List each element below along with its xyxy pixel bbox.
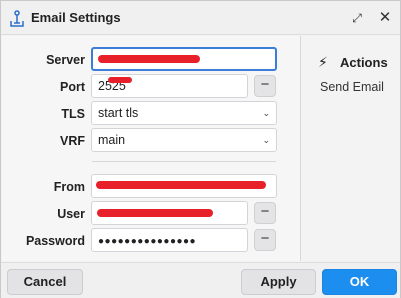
apply-button[interactable]: Apply	[241, 269, 316, 295]
password-clear-button[interactable]: −	[254, 229, 276, 251]
restore-icon[interactable]: ⤢	[348, 9, 366, 27]
vrf-select[interactable]: main ⌄	[91, 128, 277, 152]
port-decrement-button[interactable]: −	[254, 75, 276, 97]
redaction-mark	[97, 209, 213, 217]
pitchfork-icon	[10, 10, 24, 27]
tls-label: TLS	[61, 107, 85, 121]
vrf-label: VRF	[60, 134, 85, 148]
action-send-email[interactable]: Send Email	[320, 80, 384, 94]
dialog-footer: Cancel Apply OK	[1, 262, 400, 298]
lightning-icon: ⚡	[318, 54, 328, 70]
password-label: Password	[25, 234, 85, 248]
password-input[interactable]: ●●●●●●●●●●●●●●●	[91, 228, 248, 252]
redaction-mark	[98, 55, 200, 63]
server-label: Server	[46, 53, 85, 67]
tls-select[interactable]: start tls ⌄	[91, 101, 277, 125]
password-value: ●●●●●●●●●●●●●●●	[98, 236, 197, 247]
vrf-value: main	[98, 133, 126, 147]
chevron-down-icon: ⌄	[262, 135, 270, 145]
actions-heading: ⚡ Actions	[318, 54, 388, 71]
close-icon[interactable]: ✕	[376, 9, 394, 27]
chevron-down-icon: ⌄	[262, 108, 270, 118]
redaction-mark	[108, 77, 132, 83]
cancel-button[interactable]: Cancel	[7, 269, 83, 295]
window-title: Email Settings	[31, 10, 121, 25]
actions-panel: ⚡ Actions Send Email	[302, 36, 400, 261]
redaction-mark	[96, 181, 266, 189]
email-settings-dialog: Email Settings ⤢ ✕ Server Port 2525 − TL…	[0, 0, 401, 298]
actions-title: Actions	[340, 55, 388, 70]
ok-button[interactable]: OK	[322, 269, 397, 295]
user-label: User	[57, 207, 85, 221]
from-label: From	[53, 180, 85, 194]
port-label: Port	[60, 80, 85, 94]
user-clear-button[interactable]: −	[254, 202, 276, 224]
divider	[92, 161, 276, 162]
form-panel: Server Port 2525 − TLS start tls ⌄ VRF m…	[2, 36, 301, 261]
title-bar: Email Settings ⤢ ✕	[1, 1, 400, 35]
tls-value: start tls	[98, 106, 139, 120]
